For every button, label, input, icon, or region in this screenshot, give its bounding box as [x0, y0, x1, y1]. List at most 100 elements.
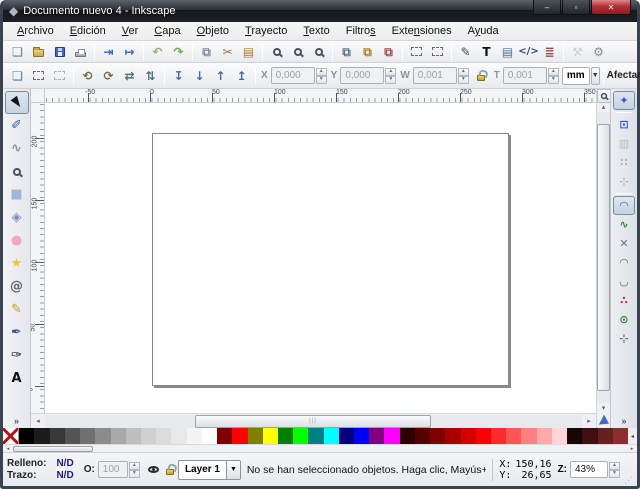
swatch-0000ff[interactable]: [354, 428, 369, 444]
scroll-up-arrow[interactable]: ▴: [597, 103, 611, 111]
snap-bbox-corners[interactable]: ∷: [613, 153, 635, 172]
swatch-800080[interactable]: [369, 428, 384, 444]
swatch-bebebe[interactable]: [126, 428, 141, 444]
pen-tool[interactable]: ✒: [5, 321, 29, 344]
menu-edición[interactable]: Edición: [62, 23, 114, 39]
menu-objeto[interactable]: Objeto: [189, 23, 237, 39]
maximize-button[interactable]: ▫: [562, 0, 590, 15]
swatch-00ffff[interactable]: [324, 428, 339, 444]
export[interactable]: ↦: [119, 42, 140, 61]
3dbox-tool[interactable]: ◈: [5, 206, 29, 229]
text-tool[interactable]: A: [5, 367, 29, 390]
snap-object-centers[interactable]: ⊙: [613, 310, 635, 329]
layer-lock-toggle[interactable]: [162, 460, 178, 480]
rotate-90-ccw[interactable]: ⟲: [77, 66, 98, 85]
scroll-down-arrow[interactable]: ▾: [597, 404, 611, 412]
enable-snapping[interactable]: ✦: [613, 91, 635, 110]
palette-overflow-arrow[interactable]: ◂: [628, 428, 637, 444]
snap-to-paths[interactable]: ∿: [613, 215, 635, 234]
layer-visibility-toggle[interactable]: [146, 460, 162, 480]
swatch-800000[interactable]: [430, 428, 445, 444]
group[interactable]: [406, 42, 427, 61]
xml-editor[interactable]: </>: [518, 42, 539, 61]
swatch-ffd5d5[interactable]: [552, 428, 567, 444]
open-document[interactable]: [28, 42, 49, 61]
close-button[interactable]: ✕: [591, 0, 631, 15]
swatch-ffffff[interactable]: [202, 428, 217, 444]
duplicate[interactable]: ⧉: [336, 42, 357, 61]
menu-ver[interactable]: Ver: [114, 23, 147, 39]
rectangle-tool[interactable]: ■: [5, 183, 29, 206]
swatch-000000[interactable]: [19, 428, 34, 444]
palette-scroll-thumb[interactable]: [13, 446, 93, 452]
save-document[interactable]: [49, 42, 70, 61]
menu-filtros[interactable]: Filtros: [338, 23, 384, 39]
align-dialog[interactable]: ≣: [539, 42, 560, 61]
swatch-d0d0d0[interactable]: [141, 428, 156, 444]
zoom-to-selection[interactable]: [266, 42, 287, 61]
swatch-00ff00[interactable]: [293, 428, 308, 444]
snap-bbox-midpoints[interactable]: ⊹: [613, 172, 635, 191]
y-field-spinner[interactable]: ▲▼: [385, 68, 396, 84]
swatch-401010[interactable]: [582, 428, 597, 444]
document-page[interactable]: [152, 133, 509, 386]
pencil-tool[interactable]: ✎: [5, 298, 29, 321]
swatch-a8a8a8[interactable]: [111, 428, 126, 444]
deselect[interactable]: [49, 66, 70, 85]
horizontal-ruler[interactable]: -50050100150200250300350: [45, 89, 596, 103]
swatch-707070[interactable]: [80, 428, 95, 444]
hscroll-track[interactable]: |||: [45, 415, 582, 428]
select-all[interactable]: ❏: [7, 66, 28, 85]
print-document[interactable]: [70, 42, 91, 61]
palette-scroll-left-arrow[interactable]: ◂: [3, 446, 13, 452]
swatch-662020[interactable]: [598, 428, 613, 444]
palette-scroll-right-arrow[interactable]: ▸: [627, 446, 637, 452]
lower-to-bottom[interactable]: ↧: [168, 66, 189, 85]
zoom-to-drawing[interactable]: [287, 42, 308, 61]
swatch-008080[interactable]: [308, 428, 323, 444]
swatch-ff0000[interactable]: [232, 428, 247, 444]
swatch-ffaaaa[interactable]: [537, 428, 552, 444]
scroll-right-arrow[interactable]: ▸: [582, 417, 596, 425]
snap-midpoints[interactable]: ∴: [613, 291, 635, 310]
vscroll-track[interactable]: [597, 112, 610, 403]
zoom-tool[interactable]: [5, 160, 29, 183]
snap-smooth-nodes[interactable]: ◡: [613, 272, 635, 291]
flip-horizontal[interactable]: ⇄: [119, 66, 140, 85]
menu-trayecto[interactable]: Trayecto: [237, 23, 295, 39]
color-managed-display-toggle[interactable]: [598, 412, 609, 427]
new-document[interactable]: ❏: [7, 42, 28, 61]
swatch-545454[interactable]: [65, 428, 80, 444]
menu-capa[interactable]: Capa: [146, 23, 188, 39]
snap-nodes[interactable]: ◠: [613, 196, 635, 215]
w-field-input[interactable]: 0,001: [413, 67, 457, 84]
layer-selector-dropdown[interactable]: ▼: [227, 460, 241, 480]
unlink-clone[interactable]: ⧉: [378, 42, 399, 61]
swatch-aa0000[interactable]: [445, 428, 460, 444]
import[interactable]: ⇥: [98, 42, 119, 61]
spiral-tool[interactable]: @: [5, 275, 29, 298]
snap-cusp-nodes[interactable]: ◠: [613, 253, 635, 272]
swatch-f4f4f4[interactable]: [187, 428, 202, 444]
vscroll-thumb[interactable]: [597, 124, 610, 391]
swatch-1a0505[interactable]: [567, 428, 582, 444]
resize-grip[interactable]: ⋰: [624, 475, 633, 486]
swatch-808000[interactable]: [248, 428, 263, 444]
zoom-to-page[interactable]: [308, 42, 329, 61]
raise-one-step[interactable]: ↑: [210, 66, 231, 85]
flip-vertical[interactable]: ⇅: [140, 66, 161, 85]
unit-select-dropdown[interactable]: ▼: [591, 67, 600, 85]
snap-bounding-box[interactable]: ⊡: [613, 115, 635, 134]
menu-archivo[interactable]: Archivo: [9, 23, 62, 39]
minimize-button[interactable]: –: [533, 0, 561, 15]
swatch-e8e8e8[interactable]: [171, 428, 186, 444]
document-properties[interactable]: ⚙: [588, 42, 609, 61]
toolbox-overflow-chevron[interactable]: »: [11, 416, 22, 426]
create-clone[interactable]: ⧉: [357, 42, 378, 61]
lower-one-step[interactable]: ↓: [189, 66, 210, 85]
opacity-input[interactable]: 100: [98, 461, 128, 478]
fill-stroke-indicator[interactable]: Relleno: N/D Trazo: N/D: [7, 458, 74, 481]
vertical-ruler[interactable]: 200150100500: [31, 103, 45, 413]
canvas[interactable]: [45, 103, 596, 413]
snapbar-overflow-chevron[interactable]: »: [618, 416, 629, 426]
